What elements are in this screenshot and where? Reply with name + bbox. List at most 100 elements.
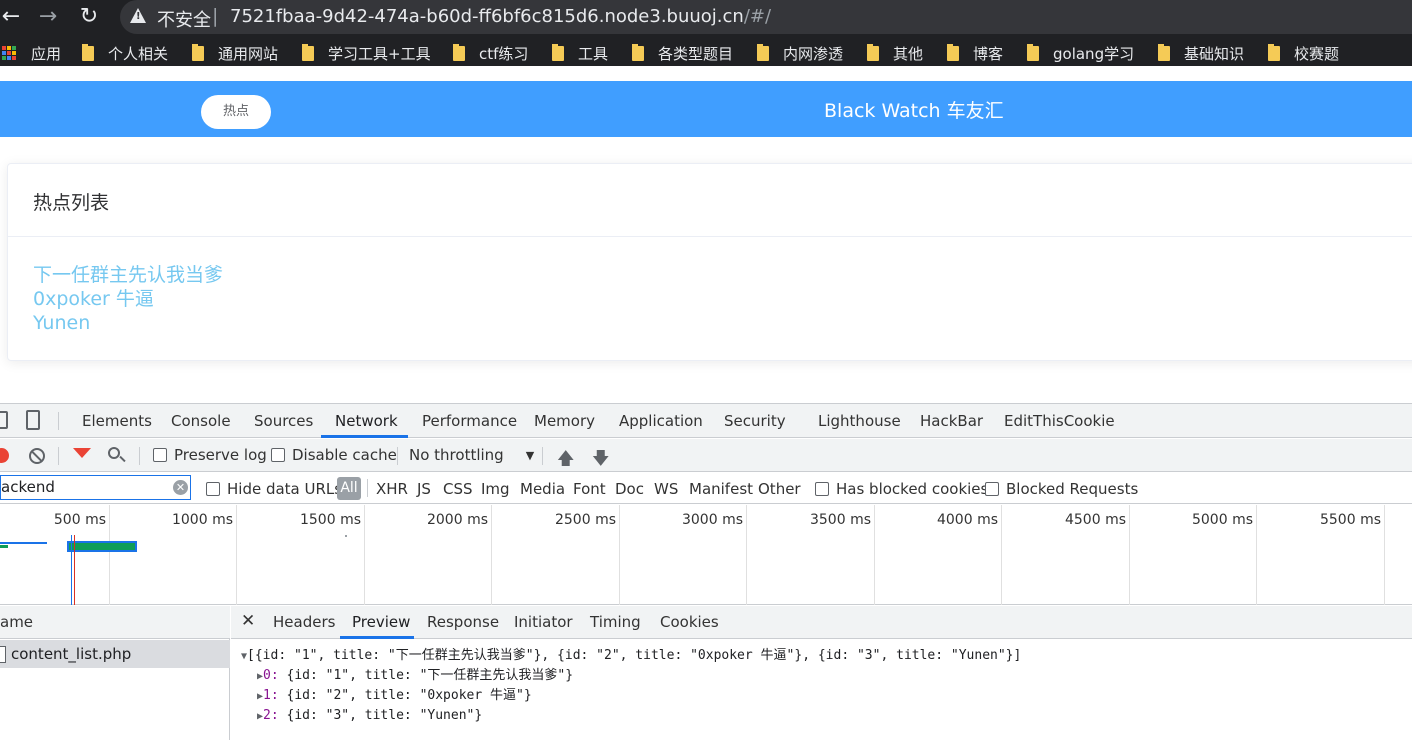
timeline-tick: 4000 ms bbox=[936, 512, 998, 528]
json-root-node[interactable]: ▼[{id: "1", title: "下一任群主先认我当爹"}, {id: "… bbox=[241, 646, 1021, 667]
timeline-tick: 1000 ms bbox=[171, 512, 233, 528]
json-item-node[interactable]: ▶2: {id: "3", title: "Yunen"} bbox=[257, 706, 482, 727]
network-overview-timeline[interactable]: 500 ms 1000 ms 1500 ms 2000 ms 2500 ms 3… bbox=[0, 505, 1412, 605]
filter-type-css[interactable]: CSS bbox=[443, 480, 473, 498]
bookmark-folder[interactable]: 个人相关 bbox=[82, 40, 168, 66]
inspect-element-icon[interactable] bbox=[0, 411, 8, 429]
tab-performance[interactable]: Performance bbox=[422, 412, 517, 430]
filter-type-font[interactable]: Font bbox=[573, 480, 606, 498]
url-separator: | bbox=[212, 5, 219, 27]
tab-timing[interactable]: Timing bbox=[590, 613, 641, 631]
bookmark-label: 博客 bbox=[973, 44, 1004, 63]
filter-type-js[interactable]: JS bbox=[417, 480, 431, 498]
hot-item-link[interactable]: 0xpoker 牛逼 bbox=[33, 287, 223, 311]
json-item-node[interactable]: ▶0: {id: "1", title: "下一任群主先认我当爹"} bbox=[257, 666, 573, 687]
bookmark-folder[interactable]: 其他 bbox=[867, 40, 923, 66]
bookmark-apps[interactable]: 应用 bbox=[2, 40, 61, 66]
json-item-node[interactable]: ▶1: {id: "2", title: "0xpoker 牛逼"} bbox=[257, 686, 532, 707]
folder-icon bbox=[192, 43, 204, 61]
filter-type-doc[interactable]: Doc bbox=[615, 480, 644, 498]
separator bbox=[58, 447, 59, 465]
filter-type-media[interactable]: Media bbox=[520, 480, 565, 498]
hot-button[interactable]: 热点 bbox=[201, 95, 271, 129]
name-column-header[interactable]: ame bbox=[0, 606, 230, 639]
grid-line bbox=[619, 505, 620, 605]
back-arrow-icon[interactable]: ← bbox=[0, 3, 26, 31]
filter-type-other[interactable]: Other bbox=[758, 480, 801, 498]
import-har-icon[interactable]: 🡅 bbox=[557, 446, 574, 475]
bookmark-folder[interactable]: 工具 bbox=[552, 40, 608, 66]
tab-security[interactable]: Security bbox=[724, 412, 786, 430]
search-icon[interactable] bbox=[108, 447, 126, 463]
disable-cache-checkbox[interactable]: Disable cache bbox=[271, 446, 397, 464]
hot-item-link[interactable]: Yunen bbox=[33, 311, 223, 335]
hide-data-urls-checkbox[interactable]: Hide data URLs bbox=[206, 480, 342, 498]
tab-preview[interactable]: Preview bbox=[352, 613, 410, 631]
filter-type-xhr[interactable]: XHR bbox=[376, 480, 408, 498]
blocked-requests-checkbox[interactable]: Blocked Requests bbox=[985, 480, 1138, 498]
folder-icon bbox=[757, 43, 769, 61]
tab-network[interactable]: Network bbox=[335, 412, 398, 430]
address-bar[interactable]: 不安全 | 7521fbaa-9d42-474a-b60d-ff6bf6c815… bbox=[120, 0, 1412, 34]
filter-type-img[interactable]: Img bbox=[481, 480, 510, 498]
filter-type-all[interactable]: All bbox=[337, 477, 361, 500]
reload-icon[interactable]: ↻ bbox=[74, 3, 104, 31]
bookmark-folder[interactable]: 基础知识 bbox=[1158, 40, 1244, 66]
checkbox-icon bbox=[985, 482, 999, 496]
bookmark-folder[interactable]: 通用网站 bbox=[192, 40, 278, 66]
filter-input[interactable]: ackend bbox=[0, 475, 191, 500]
clear-filter-icon[interactable]: ✕ bbox=[173, 480, 188, 495]
timeline-tick: 5000 ms bbox=[1191, 512, 1253, 528]
active-tab-indicator bbox=[321, 435, 408, 438]
has-blocked-cookies-checkbox[interactable]: Has blocked cookies bbox=[815, 480, 988, 498]
request-list: ame content_list.php bbox=[0, 606, 230, 740]
forward-arrow-icon[interactable]: → bbox=[33, 3, 63, 31]
tab-lighthouse[interactable]: Lighthouse bbox=[818, 412, 901, 430]
filter-icon[interactable] bbox=[73, 448, 91, 458]
checkbox-icon bbox=[206, 482, 220, 496]
bookmark-folder[interactable]: 学习工具+工具 bbox=[302, 40, 431, 66]
not-secure-label: 不安全 bbox=[157, 10, 211, 31]
filter-type-ws[interactable]: WS bbox=[654, 480, 678, 498]
tab-console[interactable]: Console bbox=[171, 412, 231, 430]
request-row[interactable]: content_list.php bbox=[0, 640, 230, 668]
folder-icon bbox=[947, 43, 959, 61]
bookmark-folder[interactable]: ctf练习 bbox=[453, 40, 528, 66]
export-har-icon[interactable]: 🡇 bbox=[592, 446, 609, 475]
tab-response[interactable]: Response bbox=[427, 613, 499, 631]
tab-memory[interactable]: Memory bbox=[534, 412, 595, 430]
preserve-log-checkbox[interactable]: Preserve log bbox=[153, 446, 267, 464]
tab-elements[interactable]: Elements bbox=[82, 412, 152, 430]
devtools-tab-bar: Elements Console Sources Network Perform… bbox=[0, 404, 1412, 438]
bookmark-folder[interactable]: 博客 bbox=[947, 40, 1003, 66]
chevron-down-icon: ▼ bbox=[525, 448, 535, 462]
throttling-select[interactable]: No throttling ▼ bbox=[409, 446, 534, 464]
tab-headers[interactable]: Headers bbox=[273, 613, 335, 631]
tab-sources[interactable]: Sources bbox=[254, 412, 313, 430]
bookmark-folder[interactable]: golang学习 bbox=[1027, 40, 1134, 66]
bookmark-folder[interactable]: 内网渗透 bbox=[757, 40, 843, 66]
tab-initiator[interactable]: Initiator bbox=[514, 613, 573, 631]
hot-item-link[interactable]: 下一任群主先认我当爹 bbox=[33, 263, 223, 287]
browser-top-bar: ← → ↻ 不安全 | 7521fbaa-9d42-474a-b60d-ff6b… bbox=[0, 0, 1412, 66]
network-details-area: ame content_list.php ✕ Headers Preview R… bbox=[0, 606, 1412, 740]
clear-icon[interactable] bbox=[29, 448, 45, 464]
bookmarks-bar: 应用 个人相关 通用网站 学习工具+工具 ctf练习 工具 各类型题目 内网渗透… bbox=[0, 40, 1412, 66]
record-icon[interactable] bbox=[0, 448, 9, 463]
folder-icon bbox=[632, 43, 644, 61]
tab-editthiscookie[interactable]: EditThisCookie bbox=[1004, 412, 1115, 430]
folder-icon bbox=[1158, 43, 1170, 61]
bookmark-folder[interactable]: 各类型题目 bbox=[632, 40, 733, 66]
device-toolbar-icon[interactable] bbox=[26, 410, 40, 430]
close-icon[interactable]: ✕ bbox=[241, 611, 255, 631]
devtools-panel: Elements Console Sources Network Perform… bbox=[0, 403, 1412, 740]
bookmark-folder[interactable]: 校赛题 bbox=[1268, 40, 1339, 66]
checkbox-icon bbox=[815, 482, 829, 496]
grid-line bbox=[491, 505, 492, 605]
tab-application[interactable]: Application bbox=[619, 412, 703, 430]
filter-type-manifest[interactable]: Manifest bbox=[689, 480, 753, 498]
grid-line bbox=[1001, 505, 1002, 605]
tab-cookies[interactable]: Cookies bbox=[660, 613, 719, 631]
separator bbox=[542, 447, 543, 465]
tab-hackbar[interactable]: HackBar bbox=[920, 412, 983, 430]
